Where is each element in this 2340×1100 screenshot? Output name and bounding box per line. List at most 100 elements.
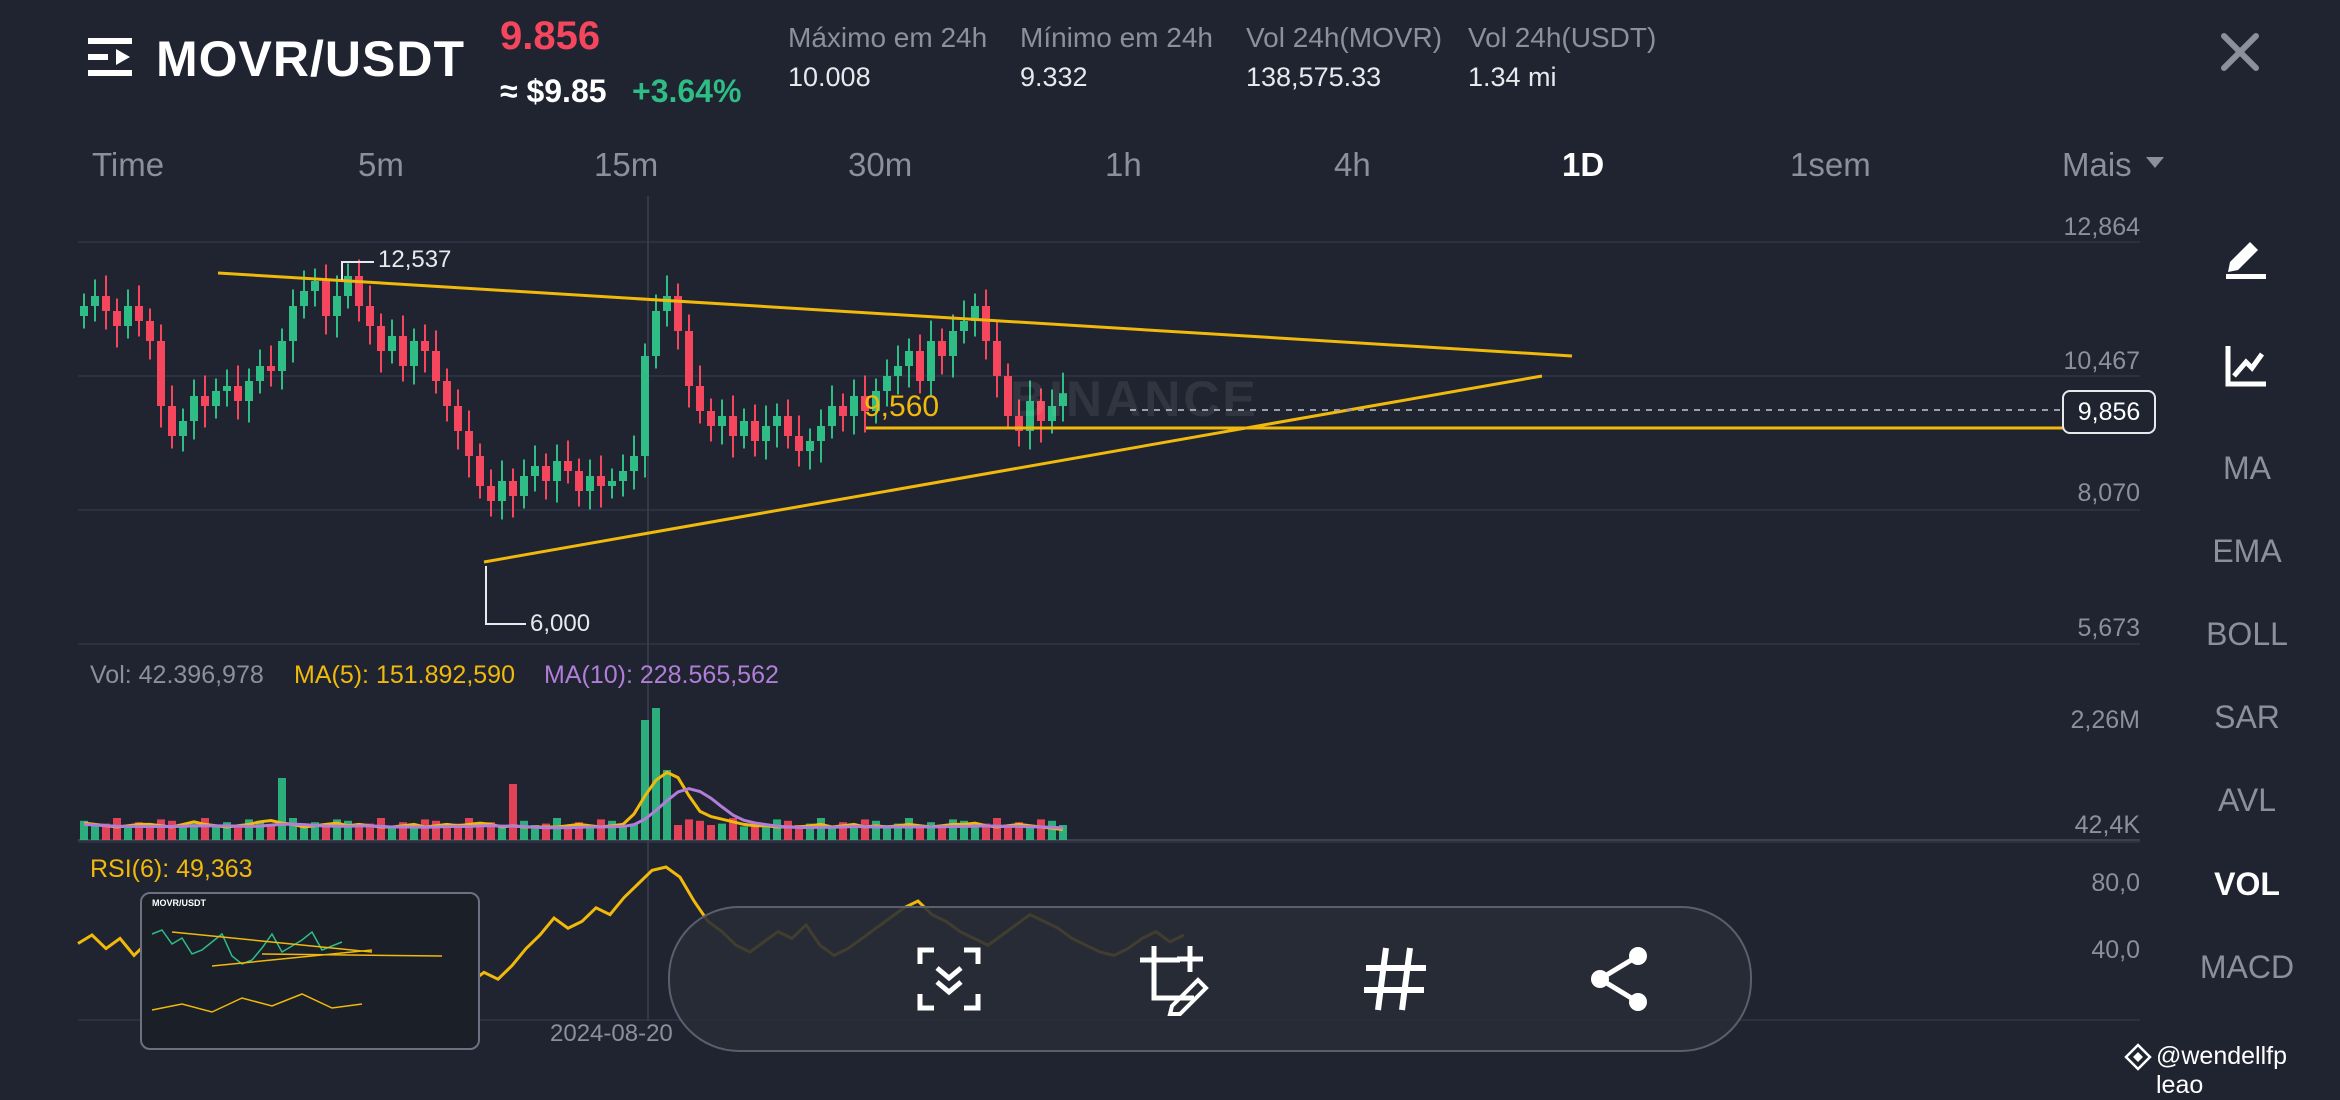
candle-body — [663, 296, 671, 311]
volume-bar — [1037, 819, 1045, 840]
volume-bar — [597, 819, 605, 840]
share-icon[interactable] — [1582, 942, 1656, 1016]
candle-body — [476, 456, 484, 486]
volume-bar — [113, 818, 121, 840]
volume-bar — [91, 825, 99, 840]
candle-body — [168, 406, 176, 436]
candle-body — [520, 476, 528, 496]
candle-body — [366, 306, 374, 326]
trendlines — [217, 261, 2150, 625]
candle-body — [564, 461, 572, 471]
toolbar-boll[interactable]: BOLL — [2172, 616, 2322, 653]
volume-ma5-line — [83, 770, 1064, 832]
candle-body — [993, 341, 1001, 376]
candle-body — [179, 421, 187, 436]
candle-body — [421, 341, 429, 351]
toolbar-sar[interactable]: SAR — [2172, 699, 2322, 736]
candle-body — [575, 471, 583, 491]
high-annotation: 12,537 — [378, 246, 452, 273]
toolbar-ema[interactable]: EMA — [2172, 533, 2322, 570]
volume-bar — [432, 820, 440, 840]
candle-body — [509, 481, 517, 496]
candle-body — [685, 331, 693, 386]
candle-body — [212, 391, 220, 406]
candle-body — [773, 416, 781, 426]
current-price-tag: 9,856 — [2062, 390, 2156, 434]
volume-bar — [652, 708, 660, 840]
crop-edit-icon[interactable] — [1136, 942, 1210, 1016]
vol-ma10-label: MA(10): 228.565,562 — [544, 661, 779, 689]
volume-bar — [916, 826, 924, 840]
candle-body — [652, 311, 660, 356]
candle-body — [113, 311, 121, 326]
close-icon[interactable] — [2214, 26, 2266, 78]
volume-bars — [80, 708, 1067, 840]
volume-bar — [927, 822, 935, 840]
volume-bar — [201, 818, 209, 840]
candle-body — [322, 281, 330, 316]
candle-body — [234, 386, 242, 401]
candle-body — [256, 366, 264, 381]
volume-bar — [784, 820, 792, 840]
indicator-chart-icon[interactable] — [2222, 342, 2272, 390]
candle-body — [135, 306, 143, 321]
candle-body — [597, 476, 605, 486]
candle-body — [630, 456, 638, 471]
axis-price-4: 5,673 — [2077, 614, 2140, 642]
draw-pencil-icon[interactable] — [2222, 232, 2272, 280]
volume-bar — [377, 818, 385, 840]
volume-bar — [476, 826, 484, 840]
volume-ma — [83, 770, 1064, 832]
candle-body — [80, 306, 88, 316]
volume-bar — [905, 818, 913, 840]
volume-bar — [696, 820, 704, 840]
candle-body — [245, 381, 253, 401]
candle-body — [707, 411, 715, 426]
candle-body — [949, 331, 957, 356]
volume-bar — [949, 819, 957, 840]
candle-body — [905, 351, 913, 366]
toolbar-avl[interactable]: AVL — [2172, 782, 2322, 819]
toolbar-macd[interactable]: MACD — [2172, 949, 2322, 986]
candle-body — [641, 356, 649, 456]
binance-logo-icon — [2124, 1043, 2152, 1071]
user-watermark: @wendellfp leao — [2156, 1042, 2288, 1099]
candle-body — [795, 436, 803, 451]
toolbar-vol[interactable]: VOL — [2172, 866, 2322, 903]
candle-body — [278, 341, 286, 371]
volume-bar — [817, 818, 825, 840]
candle-body — [586, 476, 594, 491]
scroll-capture-icon[interactable] — [912, 942, 986, 1016]
candle-body — [410, 341, 418, 366]
share-toolbar — [668, 906, 1752, 1052]
candle-body — [432, 351, 440, 381]
candle-body — [850, 396, 858, 416]
level-annotation: 9,560 — [864, 390, 940, 423]
volume-bar — [168, 820, 176, 840]
candle-body — [542, 466, 550, 481]
volume-bar — [707, 825, 715, 840]
axis-price-3: 8,070 — [2077, 479, 2140, 507]
crosshair-date: 2024-08-20 — [550, 1020, 673, 1047]
candle-body — [124, 306, 132, 326]
volume-bar — [773, 819, 781, 840]
candle-body — [718, 416, 726, 426]
candle-body — [619, 471, 627, 481]
candle-body — [828, 406, 836, 426]
volume-bar — [674, 825, 682, 840]
axis-rsi-1: 80,0 — [2091, 869, 2140, 897]
candle-body — [982, 306, 990, 341]
toolbar-ma[interactable]: MA — [2172, 450, 2322, 487]
volume-bar — [421, 819, 429, 840]
hashtag-icon[interactable] — [1358, 942, 1432, 1016]
binance-watermark: BINANCE — [1010, 371, 1259, 427]
volume-bar — [740, 826, 748, 840]
candle-body — [388, 336, 396, 351]
screenshot-thumbnail[interactable]: MOVR/USDT — [140, 892, 480, 1050]
candle-body — [784, 416, 792, 436]
volume-bar — [465, 818, 473, 840]
candle-body — [531, 466, 539, 476]
low-annotation: 6,000 — [530, 610, 591, 637]
vol-label: Vol: 42.396,978 — [90, 661, 264, 689]
volume-bar — [278, 778, 286, 840]
